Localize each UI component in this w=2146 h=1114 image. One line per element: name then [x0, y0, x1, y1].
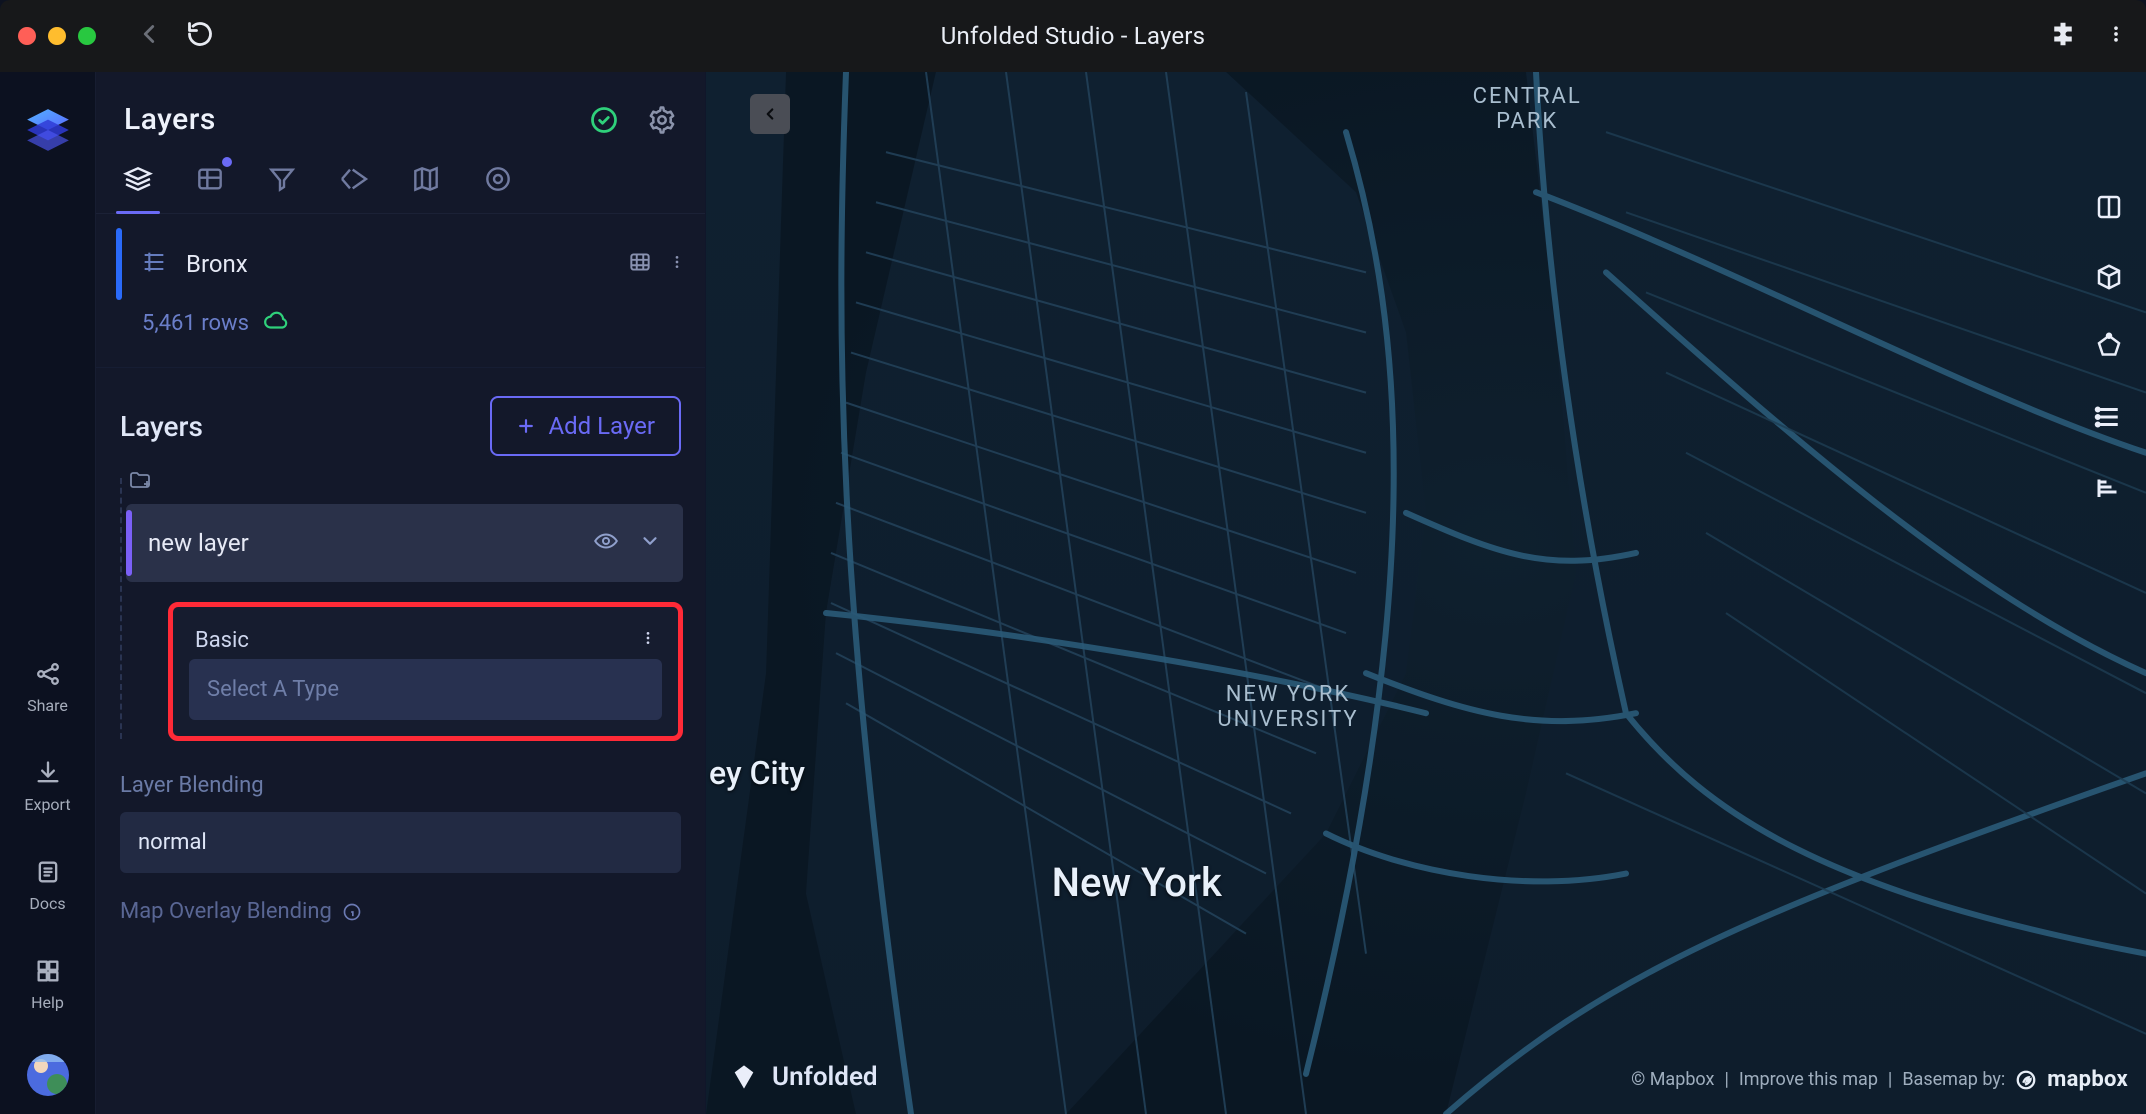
- dataset-accent-bar: [116, 228, 122, 300]
- nav-back-button[interactable]: [134, 19, 164, 53]
- window-zoom-button[interactable]: [78, 27, 96, 45]
- rail-docs-label: Docs: [29, 894, 65, 913]
- layers-tree: new layer Basic: [96, 460, 705, 751]
- basic-type-panel: Basic Select A Type: [168, 602, 683, 741]
- dot-indicator-icon: [222, 157, 232, 167]
- rail-export-label: Export: [24, 795, 70, 814]
- layer-name[interactable]: new layer: [148, 529, 249, 557]
- draw-polygon-button[interactable]: [2094, 332, 2124, 362]
- attrib-basemap-by: Basemap by:: [1902, 1069, 2005, 1090]
- map-panel-collapse-button[interactable]: [750, 94, 790, 134]
- extensions-icon[interactable]: [2048, 19, 2078, 53]
- rail-export[interactable]: Export: [0, 747, 95, 826]
- dataset-row[interactable]: Bronx: [96, 214, 705, 300]
- layer-accent-bar: [126, 510, 132, 576]
- dataset-icon: [140, 248, 168, 280]
- label-nyu: NEW YORK UNIVERSITY: [1138, 682, 1438, 732]
- split-map-button[interactable]: [2094, 192, 2124, 222]
- rail-help-label: Help: [31, 993, 64, 1012]
- layer-type-placeholder: Select A Type: [207, 677, 339, 702]
- attrib-improve-link[interactable]: Improve this map: [1739, 1069, 1878, 1090]
- basic-section-label: Basic: [195, 628, 249, 653]
- sidebar-tabs: [96, 145, 705, 214]
- chart-button[interactable]: [2094, 472, 2124, 502]
- section-layers-head: Layers Add Layer: [96, 368, 705, 460]
- window-close-button[interactable]: [18, 27, 36, 45]
- cloud-icon[interactable]: [263, 308, 289, 339]
- view-3d-button[interactable]: [2094, 262, 2124, 292]
- dataset-name: Bronx: [186, 250, 248, 278]
- title-right: Layers: [1134, 22, 1205, 50]
- visibility-toggle[interactable]: [593, 528, 619, 558]
- dataset-rows: 5,461 rows: [142, 311, 249, 336]
- layer-blending-label: Layer Blending: [120, 773, 681, 798]
- dataset-kebab-icon[interactable]: [669, 251, 685, 277]
- section-title: Layers: [120, 410, 203, 443]
- add-layer-button[interactable]: Add Layer: [490, 396, 681, 456]
- status-check-icon[interactable]: [589, 105, 619, 135]
- window-minimize-button[interactable]: [48, 27, 66, 45]
- label-ny: New York: [1052, 859, 1222, 906]
- chevron-down-icon[interactable]: [639, 530, 661, 556]
- label-central-park: CENTRAL PARK: [1397, 84, 1657, 134]
- settings-button[interactable]: [647, 105, 677, 135]
- tab-interactions[interactable]: [338, 163, 370, 213]
- brand-text: Unfolded: [772, 1062, 878, 1092]
- rail-share[interactable]: Share: [0, 648, 95, 727]
- map-tool-rail: [2094, 192, 2124, 502]
- attrib-sep2: |: [1888, 1069, 1892, 1090]
- title-left: Unfolded Studio: [941, 22, 1115, 50]
- add-layer-label: Add Layer: [548, 412, 655, 440]
- label-ey-city-partial: ey City: [709, 754, 805, 792]
- tab-columns[interactable]: [194, 163, 226, 213]
- avatar[interactable]: [27, 1054, 69, 1096]
- brand-unfolded: Unfolded: [730, 1062, 878, 1092]
- reload-button[interactable]: [186, 20, 214, 52]
- map-attribution: © Mapbox | Improve this map | Basemap by…: [1631, 1067, 2128, 1092]
- layer-blending-select[interactable]: normal: [120, 812, 681, 873]
- app-window: Unfolded Studio - Layers: [0, 0, 2146, 1114]
- tree-guide: [120, 478, 122, 739]
- layer-blending-value: normal: [138, 830, 207, 855]
- rail-help[interactable]: Help: [0, 945, 95, 1024]
- app-logo-icon[interactable]: [20, 102, 76, 158]
- layer-card-new-layer[interactable]: new layer: [126, 504, 683, 582]
- attrib-copyright[interactable]: © Mapbox: [1631, 1069, 1714, 1090]
- layer-type-select[interactable]: Select A Type: [189, 659, 662, 720]
- sidebar-panel: Layers: [96, 72, 706, 1114]
- layer-blending-section: Layer Blending normal: [96, 751, 705, 877]
- tab-layers[interactable]: [122, 163, 154, 213]
- tab-geocode[interactable]: [482, 163, 514, 213]
- mapbox-text: mapbox: [2047, 1067, 2128, 1092]
- traffic-lights: [18, 27, 96, 45]
- mapbox-logo[interactable]: mapbox: [2015, 1067, 2128, 1092]
- tab-filters[interactable]: [266, 163, 298, 213]
- tab-basemap[interactable]: [410, 163, 442, 213]
- dataset-table-icon[interactable]: [627, 249, 653, 279]
- rail-docs[interactable]: Docs: [0, 846, 95, 925]
- title-sep: -: [1121, 22, 1134, 50]
- tree-add-group[interactable]: [118, 468, 683, 492]
- basic-kebab-icon[interactable]: [640, 627, 656, 653]
- map-area[interactable]: CENTRAL PARK NEW YORK UNIVERSITY ey City…: [706, 72, 2146, 1114]
- overlay-blending-row[interactable]: Map Overlay Blending: [96, 877, 705, 924]
- sidebar-title: Layers: [124, 102, 216, 137]
- left-rail: Share Export Docs Help: [0, 72, 96, 1114]
- legend-toggle-button[interactable]: [2094, 402, 2124, 432]
- titlebar: Unfolded Studio - Layers: [0, 0, 2146, 72]
- kebab-menu-icon[interactable]: [2106, 21, 2126, 51]
- dataset-subrow: 5,461 rows: [96, 300, 705, 349]
- attrib-sep1: |: [1724, 1069, 1728, 1090]
- basemap[interactable]: [706, 72, 2146, 1114]
- rail-share-label: Share: [27, 696, 68, 715]
- overlay-blending-label: Map Overlay Blending: [120, 899, 332, 924]
